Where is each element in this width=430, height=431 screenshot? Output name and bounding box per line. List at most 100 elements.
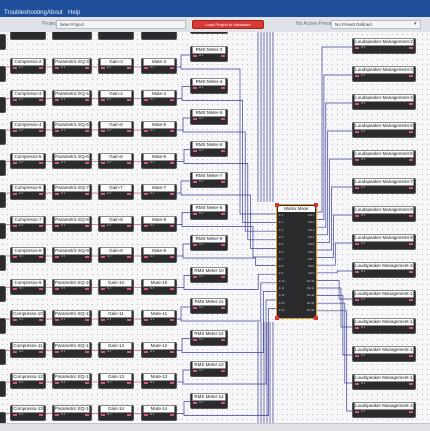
output-pin[interactable]: [127, 98, 131, 101]
loudspeaker-management-block[interactable]: Loudspeaker Management-6 In 1: [352, 150, 416, 166]
matrix-mixer-block[interactable]: Matrix Mixer In 1 Out 1 In 2 Out 2 In 3 Out 3…: [275, 203, 318, 320]
input-pin[interactable]: [193, 401, 197, 404]
input-pin[interactable]: [101, 130, 105, 132]
preset-select[interactable]: No Preset Defined: [331, 20, 421, 29]
input-block[interactable]: [0, 191, 6, 208]
input-pin[interactable]: [55, 224, 59, 227]
input-pin[interactable]: [101, 193, 105, 195]
mixer-input-pin[interactable]: In 10: [279, 280, 284, 283]
gain-block[interactable]: Gain-5 In 1: [98, 121, 134, 137]
parametric-eq-block[interactable]: Parametric EQ-4 In 1: [52, 89, 92, 106]
mixer-input-pin[interactable]: In 13: [279, 302, 284, 305]
mute-block[interactable]: Mute-9 In 1: [141, 247, 177, 263]
input-pin[interactable]: [355, 327, 359, 329]
output-pin[interactable]: [221, 275, 225, 278]
input-pin[interactable]: [144, 382, 148, 384]
input-pin[interactable]: [355, 75, 359, 77]
parametric-eq-block[interactable]: Parametric EQ-5 In 1: [52, 121, 92, 137]
input-pin[interactable]: [101, 319, 105, 321]
mixer-input-pin[interactable]: In 7: [279, 258, 283, 261]
menu-troubleshooting[interactable]: Troubleshooting: [4, 9, 47, 17]
output-pin[interactable]: [39, 193, 43, 195]
output-pin[interactable]: [409, 75, 413, 77]
mixer-input-pin[interactable]: In 5: [279, 243, 283, 246]
output-pin[interactable]: [127, 287, 131, 290]
parametric-eq-block[interactable]: Parametric EQ-8 In 1: [52, 215, 92, 232]
gain-block[interactable]: Gain-6 In 1: [98, 152, 134, 169]
input-pin[interactable]: [193, 370, 197, 372]
input-pin[interactable]: [55, 67, 59, 69]
input-pin[interactable]: [13, 319, 17, 321]
loudspeaker-management-block[interactable]: Loudspeaker Management-10 In 1: [352, 262, 416, 278]
mute-block[interactable]: Mute-10 In 1: [141, 278, 177, 295]
project-name-field[interactable]: New Project: [56, 20, 186, 29]
input-pin[interactable]: [101, 67, 105, 69]
dsp-block[interactable]: [52, 32, 92, 40]
input-pin[interactable]: [144, 193, 148, 195]
input-pin[interactable]: [13, 98, 17, 101]
output-pin[interactable]: [221, 181, 225, 183]
output-pin[interactable]: [85, 350, 89, 353]
output-pin[interactable]: [39, 256, 43, 258]
input-pin[interactable]: [55, 98, 59, 101]
input-pin[interactable]: [13, 413, 17, 416]
output-pin[interactable]: [170, 287, 174, 290]
output-pin[interactable]: [221, 212, 225, 215]
input-pin[interactable]: [13, 67, 17, 69]
input-pin[interactable]: [55, 319, 59, 321]
input-pin[interactable]: [101, 350, 105, 353]
output-pin[interactable]: [221, 118, 225, 120]
input-pin[interactable]: [355, 159, 359, 161]
mixer-output-pin[interactable]: Out 6: [308, 251, 314, 254]
loudspeaker-management-block[interactable]: Loudspeaker Management-7 In 1: [352, 178, 416, 194]
output-pin[interactable]: [409, 159, 413, 161]
parametric-eq-block[interactable]: Parametric EQ-10 In 1: [52, 278, 92, 295]
compressor-block[interactable]: Compresso-2 In 1: [10, 58, 46, 74]
input-pin[interactable]: [355, 355, 359, 357]
output-pin[interactable]: [409, 215, 413, 217]
output-pin[interactable]: [409, 383, 413, 385]
dsp-block[interactable]: [98, 32, 134, 40]
parametric-eq-block[interactable]: Parametric EQ-6 In 1: [52, 152, 92, 169]
input-pin[interactable]: [55, 130, 59, 132]
mute-block[interactable]: Mute-4 In 1: [141, 89, 177, 106]
input-pin[interactable]: [55, 287, 59, 290]
output-pin[interactable]: [221, 338, 225, 341]
mixer-output-pin[interactable]: Out 12: [307, 294, 314, 297]
input-pin[interactable]: [144, 256, 148, 258]
mixer-output-pin[interactable]: Out 7: [308, 258, 314, 261]
input-pin[interactable]: [355, 383, 359, 385]
loudspeaker-management-block[interactable]: Loudspeaker Management-11 In 1: [352, 290, 416, 306]
input-pin[interactable]: [144, 413, 148, 416]
input-block[interactable]: [0, 254, 6, 271]
compressor-block[interactable]: Compresso-6 In 1: [10, 184, 46, 200]
mixer-output-pin[interactable]: Out 8: [308, 265, 314, 268]
input-pin[interactable]: [101, 224, 105, 227]
mute-block[interactable]: Mute-12 In 1: [141, 341, 177, 358]
output-pin[interactable]: [127, 130, 131, 132]
input-pin[interactable]: [144, 287, 148, 290]
output-pin[interactable]: [85, 224, 89, 227]
output-pin[interactable]: [221, 55, 225, 57]
input-pin[interactable]: [101, 98, 105, 101]
input-block[interactable]: [0, 317, 6, 334]
corner-handle[interactable]: [275, 316, 279, 320]
compressor-block[interactable]: Compresso-12 In 1: [10, 373, 46, 389]
rms-meter-block[interactable]: RMS Meter-6 In 1: [190, 140, 228, 157]
output-pin[interactable]: [127, 224, 131, 227]
input-pin[interactable]: [13, 350, 17, 353]
output-pin[interactable]: [409, 355, 413, 357]
compressor-block[interactable]: Compresso-13 In 1: [10, 404, 46, 421]
output-pin[interactable]: [409, 411, 413, 413]
input-block[interactable]: [0, 349, 6, 365]
input-pin[interactable]: [13, 224, 17, 227]
mixer-output-pin[interactable]: Out 3: [308, 229, 314, 232]
input-pin[interactable]: [193, 244, 197, 246]
input-pin[interactable]: [355, 271, 359, 273]
input-pin[interactable]: [193, 338, 197, 341]
mixer-input-pin[interactable]: In 14: [279, 309, 284, 312]
output-pin[interactable]: [39, 161, 43, 164]
loudspeaker-management-block[interactable]: Loudspeaker Management-14 In 1: [352, 374, 416, 390]
input-pin[interactable]: [193, 307, 197, 309]
mute-block[interactable]: Mute-13 In 1: [141, 373, 177, 389]
